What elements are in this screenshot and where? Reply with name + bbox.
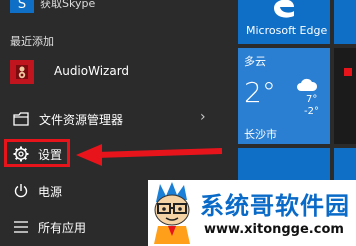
weather-temp: 2°: [244, 76, 276, 109]
tile-partial-middle[interactable]: [334, 48, 356, 144]
edge-icon: [270, 0, 298, 18]
folder-icon: [13, 112, 29, 126]
edge-tile-label: Microsoft Edge: [246, 24, 328, 37]
edge-tile[interactable]: Microsoft Edge: [238, 0, 330, 44]
start-item-skype[interactable]: S 获取Skype: [0, 0, 234, 15]
start-item-label: 电源: [38, 185, 63, 199]
weather-low: -2°: [304, 106, 319, 117]
audiowizard-icon: [10, 60, 34, 84]
recent-header: 最近添加: [10, 35, 54, 48]
start-item-label: 获取Skype: [40, 0, 96, 10]
skype-icon: S: [10, 0, 34, 13]
recent-app-label: AudioWizard: [54, 64, 130, 78]
weather-tile[interactable]: 多云 2° 7° -2° 长沙市: [238, 48, 330, 144]
start-item-label: 文件资源管理器: [39, 113, 124, 127]
power-icon: [13, 183, 29, 199]
tile-partial-top[interactable]: [334, 0, 356, 44]
recent-app-audiowizard[interactable]: AudioWizard: [0, 57, 234, 87]
svg-text:S: S: [18, 0, 26, 12]
tile-icon: [344, 68, 352, 76]
weather-high: 7°: [306, 94, 318, 105]
gear-icon: [13, 146, 29, 162]
list-icon: [13, 220, 29, 234]
mascot-logo: [150, 182, 196, 244]
chevron-right-icon[interactable]: ›: [200, 109, 206, 125]
watermark-url: www.xitongge.com: [204, 222, 344, 237]
start-item-file-explorer[interactable]: 文件资源管理器 ›: [0, 108, 234, 130]
watermark: 系统哥软件园 www.xitongge.com: [148, 180, 356, 246]
annotation-arrow: [76, 144, 223, 166]
weather-city: 长沙市: [244, 128, 277, 141]
start-item-label: 所有应用: [38, 221, 87, 235]
cloud-icon: [296, 78, 318, 92]
watermark-name: 系统哥软件园: [200, 192, 350, 220]
start-item-label: 设置: [38, 148, 63, 162]
weather-condition: 多云: [244, 55, 266, 68]
